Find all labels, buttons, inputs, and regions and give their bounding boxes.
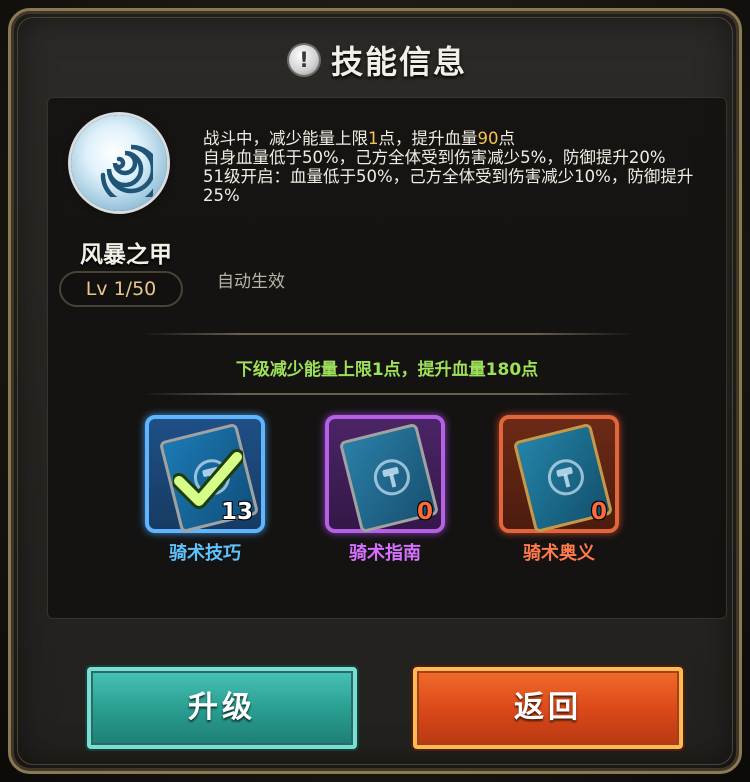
skill-info-dialog: ! 技能信息 风暴之甲 Lv 1/50 战斗中，减少能量上限1点，提升血量90点… bbox=[8, 8, 742, 774]
upgrade-button[interactable]: 升级 bbox=[87, 667, 357, 749]
dialog-title: 技能信息 bbox=[330, 43, 467, 81]
item-label: 骑术指南 bbox=[349, 543, 421, 564]
skill-name: 风暴之甲 bbox=[80, 242, 172, 268]
item-label: 骑术奥义 bbox=[523, 543, 595, 564]
item-card[interactable]: 0 bbox=[325, 415, 445, 534]
description-line-1: 战斗中，减少能量上限1点，提升血量90点 bbox=[203, 129, 515, 148]
dialog-header: ! 技能信息 bbox=[11, 25, 745, 95]
item-label: 骑术技巧 bbox=[169, 543, 241, 564]
item-count: 0 bbox=[416, 499, 433, 525]
description-line-3: 51级开启：血量低于50%，己方全体受到伤害减少10%，防御提升25% bbox=[203, 167, 694, 205]
item-card[interactable]: 13 bbox=[145, 415, 265, 534]
back-button[interactable]: 返回 bbox=[413, 667, 683, 749]
next-level-preview: 下级减少能量上限1点，提升血量180点 bbox=[235, 360, 539, 380]
skill-description: 战斗中，减少能量上限1点，提升血量90点 自身血量低于50%，己方全体受到伤害减… bbox=[203, 129, 715, 205]
item-riding-mastery[interactable]: 0 骑术奥义 bbox=[499, 415, 619, 565]
description-line-2: 自身血量低于50%，己方全体受到伤害减少5%，防御提升20% bbox=[203, 148, 666, 167]
item-riding-skill[interactable]: 13 骑术技巧 bbox=[145, 415, 265, 565]
item-riding-guide[interactable]: 0 骑术指南 bbox=[325, 415, 445, 565]
skill-level-badge: Lv 1/50 bbox=[59, 271, 183, 307]
divider bbox=[143, 393, 633, 395]
item-count: 13 bbox=[220, 499, 253, 525]
skill-detail-panel: 风暴之甲 Lv 1/50 战斗中，减少能量上限1点，提升血量90点 自身血量低于… bbox=[47, 97, 727, 619]
divider bbox=[143, 333, 633, 335]
trigger-type: 自动生效 bbox=[217, 272, 285, 292]
swirl-icon bbox=[100, 144, 153, 197]
skill-icon bbox=[71, 115, 167, 221]
item-card[interactable]: 0 bbox=[499, 415, 619, 534]
alert-icon: ! bbox=[288, 45, 319, 75]
item-count: 0 bbox=[590, 499, 607, 525]
